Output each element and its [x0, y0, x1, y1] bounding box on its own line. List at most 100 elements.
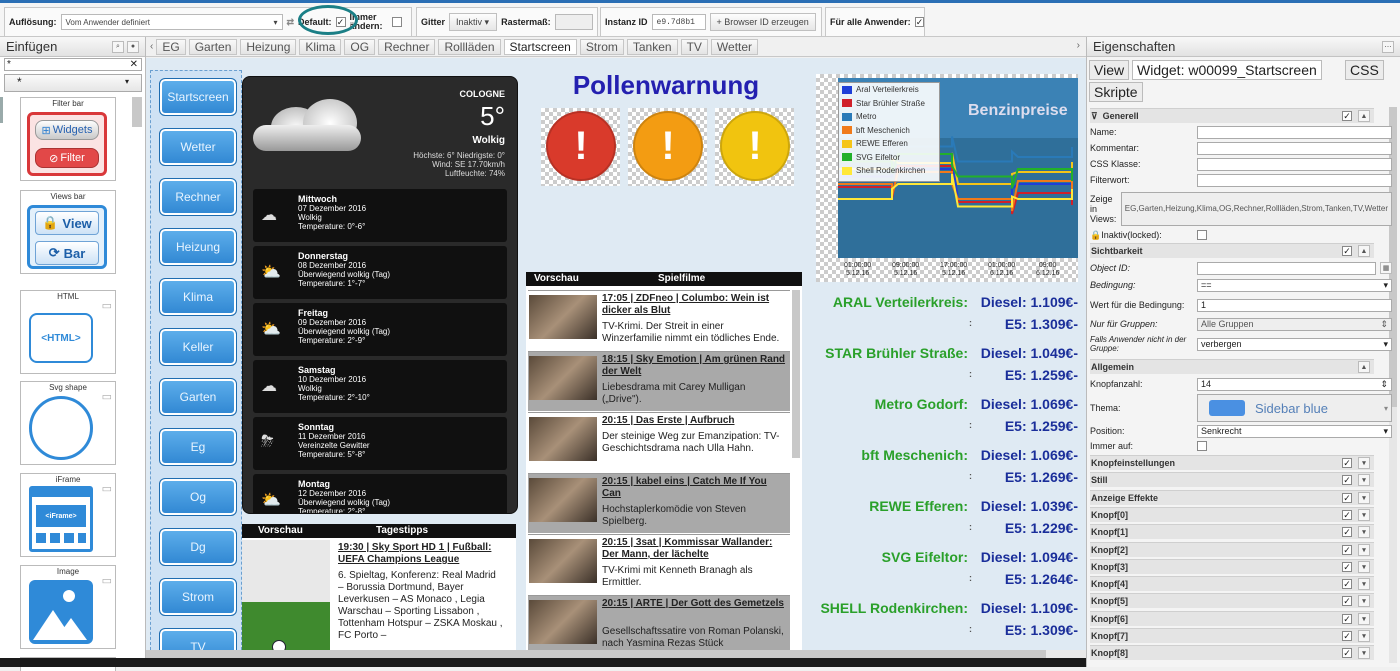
- immer-checkbox[interactable]: [391, 17, 402, 27]
- chevron-down-icon[interactable]: ▾: [1358, 508, 1370, 521]
- collapse-icon[interactable]: ▲: [1358, 110, 1370, 122]
- section-checkbox[interactable]: ✓: [1342, 596, 1352, 607]
- tab-tv[interactable]: TV: [680, 38, 708, 55]
- legend-entry[interactable]: Metro: [839, 110, 939, 124]
- section-knopf-5-[interactable]: Knopf[5] ✓ ▾: [1090, 593, 1374, 609]
- position-select[interactable]: Senkrecht ▾: [1197, 424, 1392, 438]
- movie-item[interactable]: 17:05 | ZDFneo | Columbo: Wein ist dicke…: [528, 290, 790, 350]
- widget-filter-input[interactable]: * ✕: [4, 58, 142, 71]
- tab-css[interactable]: CSS: [1345, 60, 1384, 80]
- widget-filter-bar[interactable]: Filter bar ⊞ Widgets ⊘ Filter: [20, 97, 116, 181]
- falls-select[interactable]: verbergen ▾: [1197, 337, 1392, 351]
- chevron-down-icon[interactable]: ▾: [1358, 560, 1370, 573]
- knopfanzahl-input[interactable]: 14 ⇕: [1197, 377, 1392, 391]
- scroll-left-icon[interactable]: ‹: [150, 41, 153, 52]
- section-still[interactable]: Still ✓ ▾: [1090, 472, 1374, 488]
- section-generell[interactable]: ⊽ Generell ✓ ▲: [1090, 108, 1374, 123]
- section-checkbox[interactable]: ✓: [1342, 509, 1352, 520]
- legend-entry[interactable]: Shell Rodenkirchen: [839, 164, 939, 178]
- scrollbar[interactable]: [792, 290, 800, 458]
- section-knopfeinstellungen[interactable]: Knopfeinstellungen ✓ ▾: [1090, 455, 1374, 470]
- movie-title[interactable]: 20:15 | Das Erste | Aufbruch: [602, 415, 786, 427]
- tab-strom[interactable]: Strom: [579, 38, 624, 55]
- chevron-down-icon[interactable]: ▾: [1358, 457, 1370, 469]
- section-checkbox[interactable]: ✓: [1342, 544, 1352, 555]
- resolution-select[interactable]: Vom Anwender definiert ▾: [60, 14, 283, 30]
- object-id-input[interactable]: [1197, 261, 1376, 275]
- browse-icon[interactable]: ▦: [1380, 262, 1392, 274]
- section-checkbox[interactable]: ✓: [1342, 458, 1352, 468]
- sidebar-button-heizung[interactable]: Heizung: [159, 228, 237, 266]
- section-knopf-6-[interactable]: Knopf[6] ✓ ▾: [1090, 610, 1374, 626]
- chevron-down-icon[interactable]: ▾: [1358, 543, 1370, 556]
- section-checkbox[interactable]: ✓: [1342, 561, 1352, 572]
- rastermass-input[interactable]: [554, 14, 593, 30]
- tab-rechner[interactable]: Rechner: [378, 38, 436, 55]
- sidebar-button-strom[interactable]: Strom: [159, 578, 237, 616]
- scroll-right-icon[interactable]: ›: [1077, 40, 1080, 51]
- section-checkbox[interactable]: ✓: [1342, 475, 1352, 486]
- section-knopf-2-[interactable]: Knopf[2] ✓ ▾: [1090, 541, 1374, 557]
- tab-klima[interactable]: Klima: [299, 38, 342, 55]
- movie-item[interactable]: 20:15 | kabel eins | Catch Me If You Can…: [528, 473, 790, 533]
- section-checkbox[interactable]: ✓: [1342, 492, 1352, 503]
- widget-views-bar[interactable]: Views bar 🔒 View ⟳ Bar: [20, 190, 116, 274]
- sidebar-button-wetter[interactable]: Wetter: [159, 128, 237, 166]
- sidebar-button-keller[interactable]: Keller: [159, 328, 237, 366]
- legend-entry[interactable]: REWE Efferen: [839, 137, 939, 151]
- chevron-down-icon[interactable]: ▾: [1358, 526, 1370, 539]
- legend-entry[interactable]: SVG Eifeltor: [839, 151, 939, 165]
- tab-wetter[interactable]: Wetter: [710, 38, 759, 55]
- tagestipps-item-title[interactable]: 19:30 | Sky Sport HD 1 | Fußball: UEFA C…: [338, 542, 504, 566]
- chevron-down-icon[interactable]: ▾: [1358, 595, 1370, 608]
- collapse-icon[interactable]: ▲: [1358, 245, 1370, 257]
- movie-title[interactable]: 20:15 | 3sat | Kommissar Wallander: Der …: [602, 537, 786, 561]
- sidebar-button-rechner[interactable]: Rechner: [159, 178, 237, 216]
- category-select[interactable]: * ▾: [4, 74, 142, 92]
- sidebar-button-og[interactable]: Og: [159, 478, 237, 516]
- menu-icon[interactable]: ⋯: [1382, 40, 1394, 53]
- gitter-select[interactable]: Inaktiv ▾: [449, 13, 498, 31]
- clear-icon[interactable]: ✕: [130, 59, 138, 70]
- sidebar-button-startscreen[interactable]: Startscreen: [159, 78, 237, 116]
- sidebar-button-garten[interactable]: Garten: [159, 378, 237, 416]
- tab-widget[interactable]: Widget: w00099_Startscreen: [1132, 60, 1322, 80]
- section-sichtbarkeit[interactable]: Sichtbarkeit ✓ ▲: [1090, 243, 1374, 258]
- widget-html[interactable]: HTML <HTML> ▭: [20, 290, 116, 374]
- section-checkbox[interactable]: ✓: [1342, 631, 1352, 641]
- section-knopf-0-[interactable]: Knopf[0] ✓ ▾: [1090, 506, 1374, 522]
- section-checkbox[interactable]: ✓: [1342, 613, 1352, 624]
- movie-item[interactable]: 20:15 | ARTE | Der Gott des Gemetzels Ges…: [528, 595, 790, 655]
- chevron-down-icon[interactable]: ▾: [1358, 491, 1370, 504]
- immer-auf-checkbox[interactable]: [1197, 441, 1207, 451]
- section-knopf-7-[interactable]: Knopf[7] ✓ ▾: [1090, 628, 1374, 643]
- movie-title[interactable]: 20:15 | kabel eins | Catch Me If You Can: [602, 476, 786, 500]
- tab-startscreen[interactable]: Startscreen: [503, 38, 577, 55]
- legend-entry[interactable]: Aral Verteilerkreis: [839, 83, 939, 97]
- section-allgemein[interactable]: Allgemein ▲: [1090, 359, 1374, 374]
- chevron-down-icon[interactable]: ▾: [1358, 647, 1370, 660]
- tab-skripte[interactable]: Skripte: [1089, 82, 1143, 102]
- tab-og[interactable]: OG: [344, 38, 376, 55]
- section-checkbox[interactable]: ✓: [1342, 111, 1352, 121]
- kommentar-input[interactable]: [1197, 141, 1392, 155]
- section-anzeige-effekte[interactable]: Anzeige Effekte ✓ ▾: [1090, 489, 1374, 505]
- tab-heizung[interactable]: Heizung: [240, 38, 297, 55]
- canvas-scrollbar[interactable]: [146, 650, 1086, 658]
- movie-title[interactable]: 17:05 | ZDFneo | Columbo: Wein ist dicke…: [602, 293, 786, 317]
- instanz-input[interactable]: e9.7d8b1: [651, 14, 706, 30]
- chevron-down-icon[interactable]: ▾: [1358, 612, 1370, 625]
- section-checkbox[interactable]: ✓: [1342, 579, 1352, 590]
- section-checkbox[interactable]: ✓: [1342, 648, 1352, 659]
- wert-input[interactable]: 1: [1197, 298, 1392, 312]
- search-icon[interactable]: ⌕: [112, 40, 124, 53]
- bedingung-select[interactable]: == ▾: [1197, 278, 1392, 292]
- gruppen-select[interactable]: Alle Gruppen ⇕: [1197, 317, 1392, 331]
- movie-item[interactable]: 18:15 | Sky Emotion | Am grünen Rand der…: [528, 351, 790, 411]
- chevron-down-icon[interactable]: ▾: [1358, 578, 1370, 591]
- movie-title[interactable]: 20:15 | ARTE | Der Gott des Gemetzels: [602, 598, 786, 610]
- thema-select[interactable]: Sidebar blue ▾: [1197, 394, 1392, 422]
- section-knopf-4-[interactable]: Knopf[4] ✓ ▾: [1090, 576, 1374, 592]
- section-knopf-1-[interactable]: Knopf[1] ✓ ▾: [1090, 524, 1374, 540]
- pin-icon[interactable]: ●: [127, 40, 139, 53]
